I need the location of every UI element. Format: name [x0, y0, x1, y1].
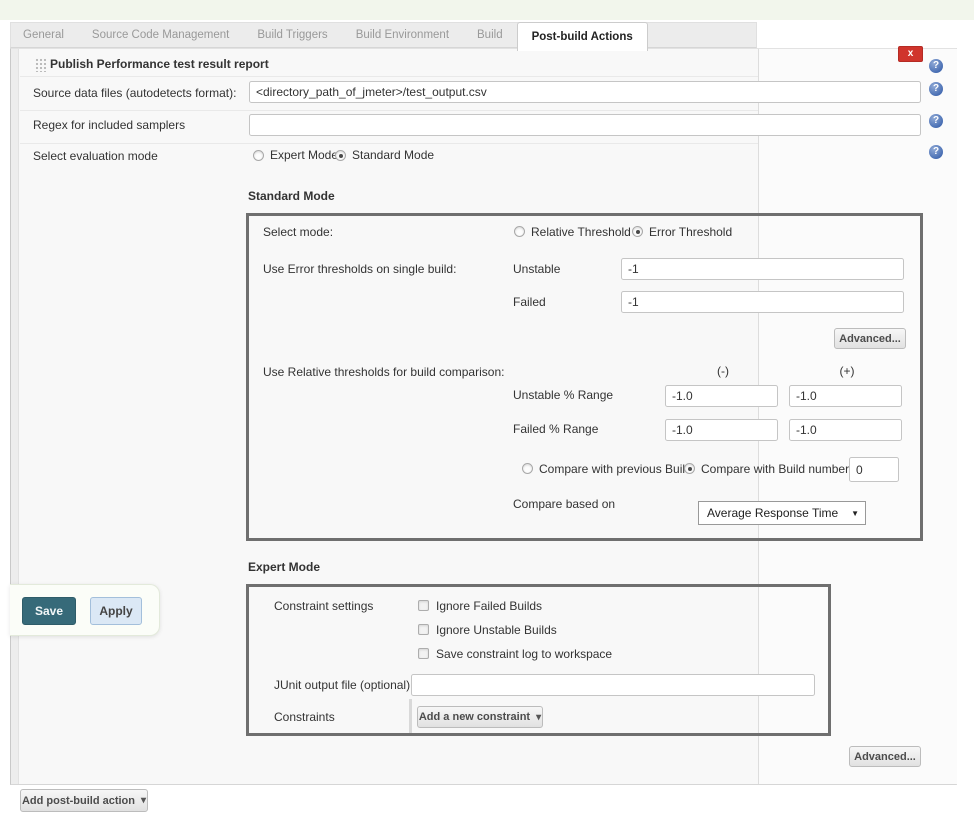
unstable-range-label: Unstable % Range	[513, 387, 613, 403]
compare-build-number-radio[interactable]	[684, 463, 695, 474]
help-icon[interactable]	[929, 145, 943, 159]
eval-mode-label: Select evaluation mode	[33, 148, 158, 164]
row-separator	[20, 76, 758, 77]
junit-output-input[interactable]	[411, 674, 815, 696]
tab-general[interactable]: General	[11, 23, 78, 47]
drag-strip[interactable]	[11, 49, 19, 784]
add-post-build-action-label: Add post-build action	[22, 795, 135, 807]
jenkins-config-page: General Source Code Management Build Tri…	[0, 0, 974, 815]
error-threshold-radio-label[interactable]: Error Threshold	[649, 224, 732, 240]
unstable-minus-input[interactable]	[665, 385, 778, 407]
relative-threshold-radio-label[interactable]: Relative Threshold	[531, 224, 631, 240]
compare-build-number-label[interactable]: Compare with Build number	[701, 461, 849, 477]
standard-mode-radio[interactable]	[335, 150, 346, 161]
help-icon[interactable]	[929, 114, 943, 128]
advanced-button[interactable]: Advanced...	[834, 328, 906, 349]
regex-input[interactable]	[249, 114, 921, 136]
row-separator	[20, 143, 758, 144]
section-title: Publish Performance test result report	[50, 56, 269, 72]
apply-button[interactable]: Apply	[90, 597, 142, 625]
ignore-failed-builds-checkbox[interactable]	[418, 600, 429, 611]
compare-previous-build-radio[interactable]	[522, 463, 533, 474]
failed-label: Failed	[513, 294, 546, 310]
standard-mode-radio-label[interactable]: Standard Mode	[352, 147, 434, 163]
add-constraint-button-label: Add a new constraint	[419, 711, 530, 723]
top-strip	[0, 0, 974, 20]
failed-threshold-input[interactable]	[621, 291, 904, 313]
failed-range-label: Failed % Range	[513, 421, 598, 437]
row-separator	[20, 110, 758, 111]
compare-based-on-value: Average Response Time	[707, 506, 838, 520]
repeatable-section-bar	[409, 699, 412, 733]
expert-mode-header: Expert Mode	[248, 559, 320, 575]
bottom-advanced-button[interactable]: Advanced...	[849, 746, 921, 767]
post-build-action-block: Publish Performance test result report x…	[10, 48, 957, 785]
save-constraint-log-checkbox[interactable]	[418, 648, 429, 659]
ignore-unstable-builds-label[interactable]: Ignore Unstable Builds	[436, 622, 557, 638]
tab-build[interactable]: Build	[463, 23, 517, 47]
error-thresholds-label: Use Error thresholds on single build:	[263, 261, 456, 277]
tab-build-environment[interactable]: Build Environment	[342, 23, 463, 47]
relative-thresholds-label: Use Relative thresholds for build compar…	[263, 364, 504, 380]
save-constraint-log-label[interactable]: Save constraint log to workspace	[436, 646, 612, 662]
constraint-settings-label: Constraint settings	[274, 598, 373, 614]
help-icon[interactable]	[929, 82, 943, 96]
compare-based-on-label: Compare based on	[513, 496, 615, 512]
ignore-unstable-builds-checkbox[interactable]	[418, 624, 429, 635]
expert-mode-radio[interactable]	[253, 150, 264, 161]
source-files-input[interactable]	[249, 81, 921, 103]
standard-mode-header: Standard Mode	[248, 188, 335, 204]
failed-minus-input[interactable]	[665, 419, 778, 441]
tab-build-triggers[interactable]: Build Triggers	[243, 23, 341, 47]
minus-column-header: (-)	[711, 364, 735, 378]
select-mode-label: Select mode:	[263, 224, 333, 240]
add-post-build-action-button[interactable]: Add post-build action	[20, 789, 148, 812]
error-threshold-radio[interactable]	[632, 226, 643, 237]
junit-output-label: JUnit output file (optional)	[274, 677, 410, 693]
save-button[interactable]: Save	[22, 597, 76, 625]
tab-post-build-actions[interactable]: Post-build Actions	[517, 22, 648, 51]
constraints-label: Constraints	[274, 709, 335, 725]
delete-section-button[interactable]: x	[898, 46, 923, 62]
ignore-failed-builds-label[interactable]: Ignore Failed Builds	[436, 598, 542, 614]
compare-based-on-select[interactable]: Average Response Time	[698, 501, 866, 525]
expert-mode-radio-label[interactable]: Expert Mode	[270, 147, 338, 163]
compare-previous-build-label[interactable]: Compare with previous Build	[539, 461, 692, 477]
source-files-label: Source data files (autodetects format):	[33, 85, 236, 101]
relative-threshold-radio[interactable]	[514, 226, 525, 237]
build-number-input[interactable]	[849, 457, 899, 482]
unstable-plus-input[interactable]	[789, 385, 902, 407]
regex-label: Regex for included samplers	[33, 117, 185, 133]
drag-handle-icon[interactable]	[35, 58, 46, 72]
failed-plus-input[interactable]	[789, 419, 902, 441]
tab-source-code-management[interactable]: Source Code Management	[78, 23, 243, 47]
help-icon[interactable]	[929, 59, 943, 73]
unstable-label: Unstable	[513, 261, 560, 277]
unstable-threshold-input[interactable]	[621, 258, 904, 280]
save-panel: Save Apply	[10, 584, 160, 636]
add-constraint-button[interactable]: Add a new constraint	[417, 706, 543, 728]
config-tab-bar: General Source Code Management Build Tri…	[10, 22, 757, 48]
plus-column-header: (+)	[835, 364, 859, 378]
